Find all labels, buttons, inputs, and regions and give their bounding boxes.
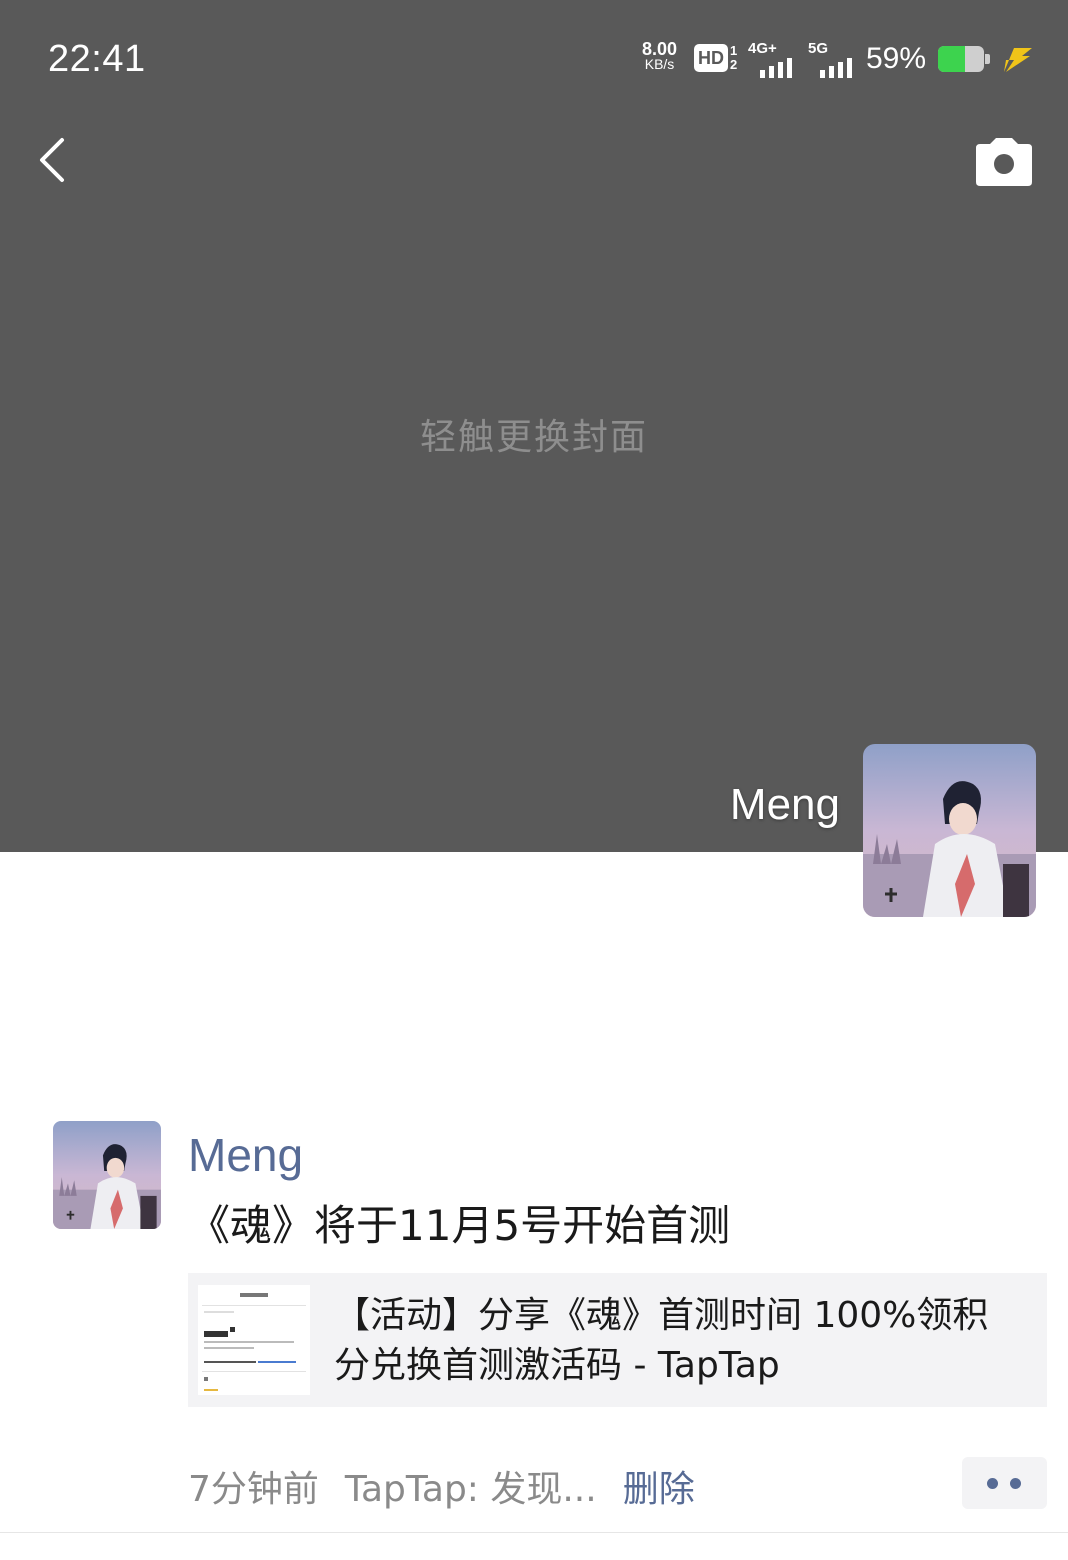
hd-sim-2: 2 bbox=[730, 57, 738, 72]
post-source[interactable]: TapTap: 发现... bbox=[345, 1469, 597, 1510]
hd-sim-1: 1 bbox=[730, 43, 738, 58]
more-dots-icon bbox=[987, 1478, 998, 1489]
chevron-left-icon bbox=[40, 138, 64, 182]
battery-tip bbox=[985, 54, 990, 64]
post-author-avatar[interactable] bbox=[53, 1121, 161, 1229]
post-time: 7分钟前 bbox=[188, 1469, 319, 1510]
camera-icon bbox=[976, 138, 1032, 186]
post-author-name[interactable]: Meng bbox=[188, 1128, 303, 1182]
more-dots-icon bbox=[1010, 1478, 1021, 1489]
more-actions-button[interactable] bbox=[962, 1457, 1047, 1509]
camera-button[interactable] bbox=[972, 134, 1036, 190]
network-speed-value: 8.00 bbox=[642, 39, 678, 59]
network-type-1: 4G+ bbox=[748, 40, 777, 57]
back-button[interactable] bbox=[30, 130, 80, 190]
shared-link-card[interactable]: 【活动】分享《魂》首测时间 100%领积分兑换首测激活码 - TapTap bbox=[188, 1273, 1047, 1407]
post-text: 《魂》将于11月5号开始首测 bbox=[188, 1201, 731, 1250]
hd-icon: HD 1 2 bbox=[694, 44, 737, 72]
battery-icon bbox=[938, 46, 984, 72]
divider bbox=[0, 1532, 1068, 1533]
change-cover-hint[interactable]: 轻触更换封面 bbox=[0, 408, 1068, 460]
battery-percent: 59% bbox=[866, 42, 927, 75]
link-title: 【活动】分享《魂》首测时间 100%领积分兑换首测激活码 - TapTap bbox=[334, 1295, 989, 1386]
network-speed-unit: KB/s bbox=[644, 56, 675, 72]
avatar-image bbox=[53, 1121, 161, 1229]
profile-name: Meng bbox=[729, 780, 840, 829]
network-type-2: 5G bbox=[808, 40, 829, 57]
status-time: 22:41 bbox=[48, 38, 146, 80]
post-footer: 7分钟前 TapTap: 发现... 删除 bbox=[188, 1460, 695, 1512]
status-bar: 22:41 8.00 KB/s HD 1 2 4G+ 5G 59% bbox=[0, 0, 1068, 110]
link-thumbnail bbox=[198, 1285, 310, 1395]
charging-bolt-icon bbox=[1004, 48, 1032, 72]
hd-label: HD bbox=[694, 44, 728, 72]
delete-button[interactable]: 删除 bbox=[623, 1469, 695, 1510]
battery-fill bbox=[938, 46, 966, 72]
network-speed: 8.00 KB/s bbox=[642, 39, 678, 72]
profile-avatar[interactable] bbox=[863, 744, 1036, 917]
avatar-image bbox=[863, 744, 1036, 917]
link-thumbnail-image bbox=[198, 1285, 310, 1395]
